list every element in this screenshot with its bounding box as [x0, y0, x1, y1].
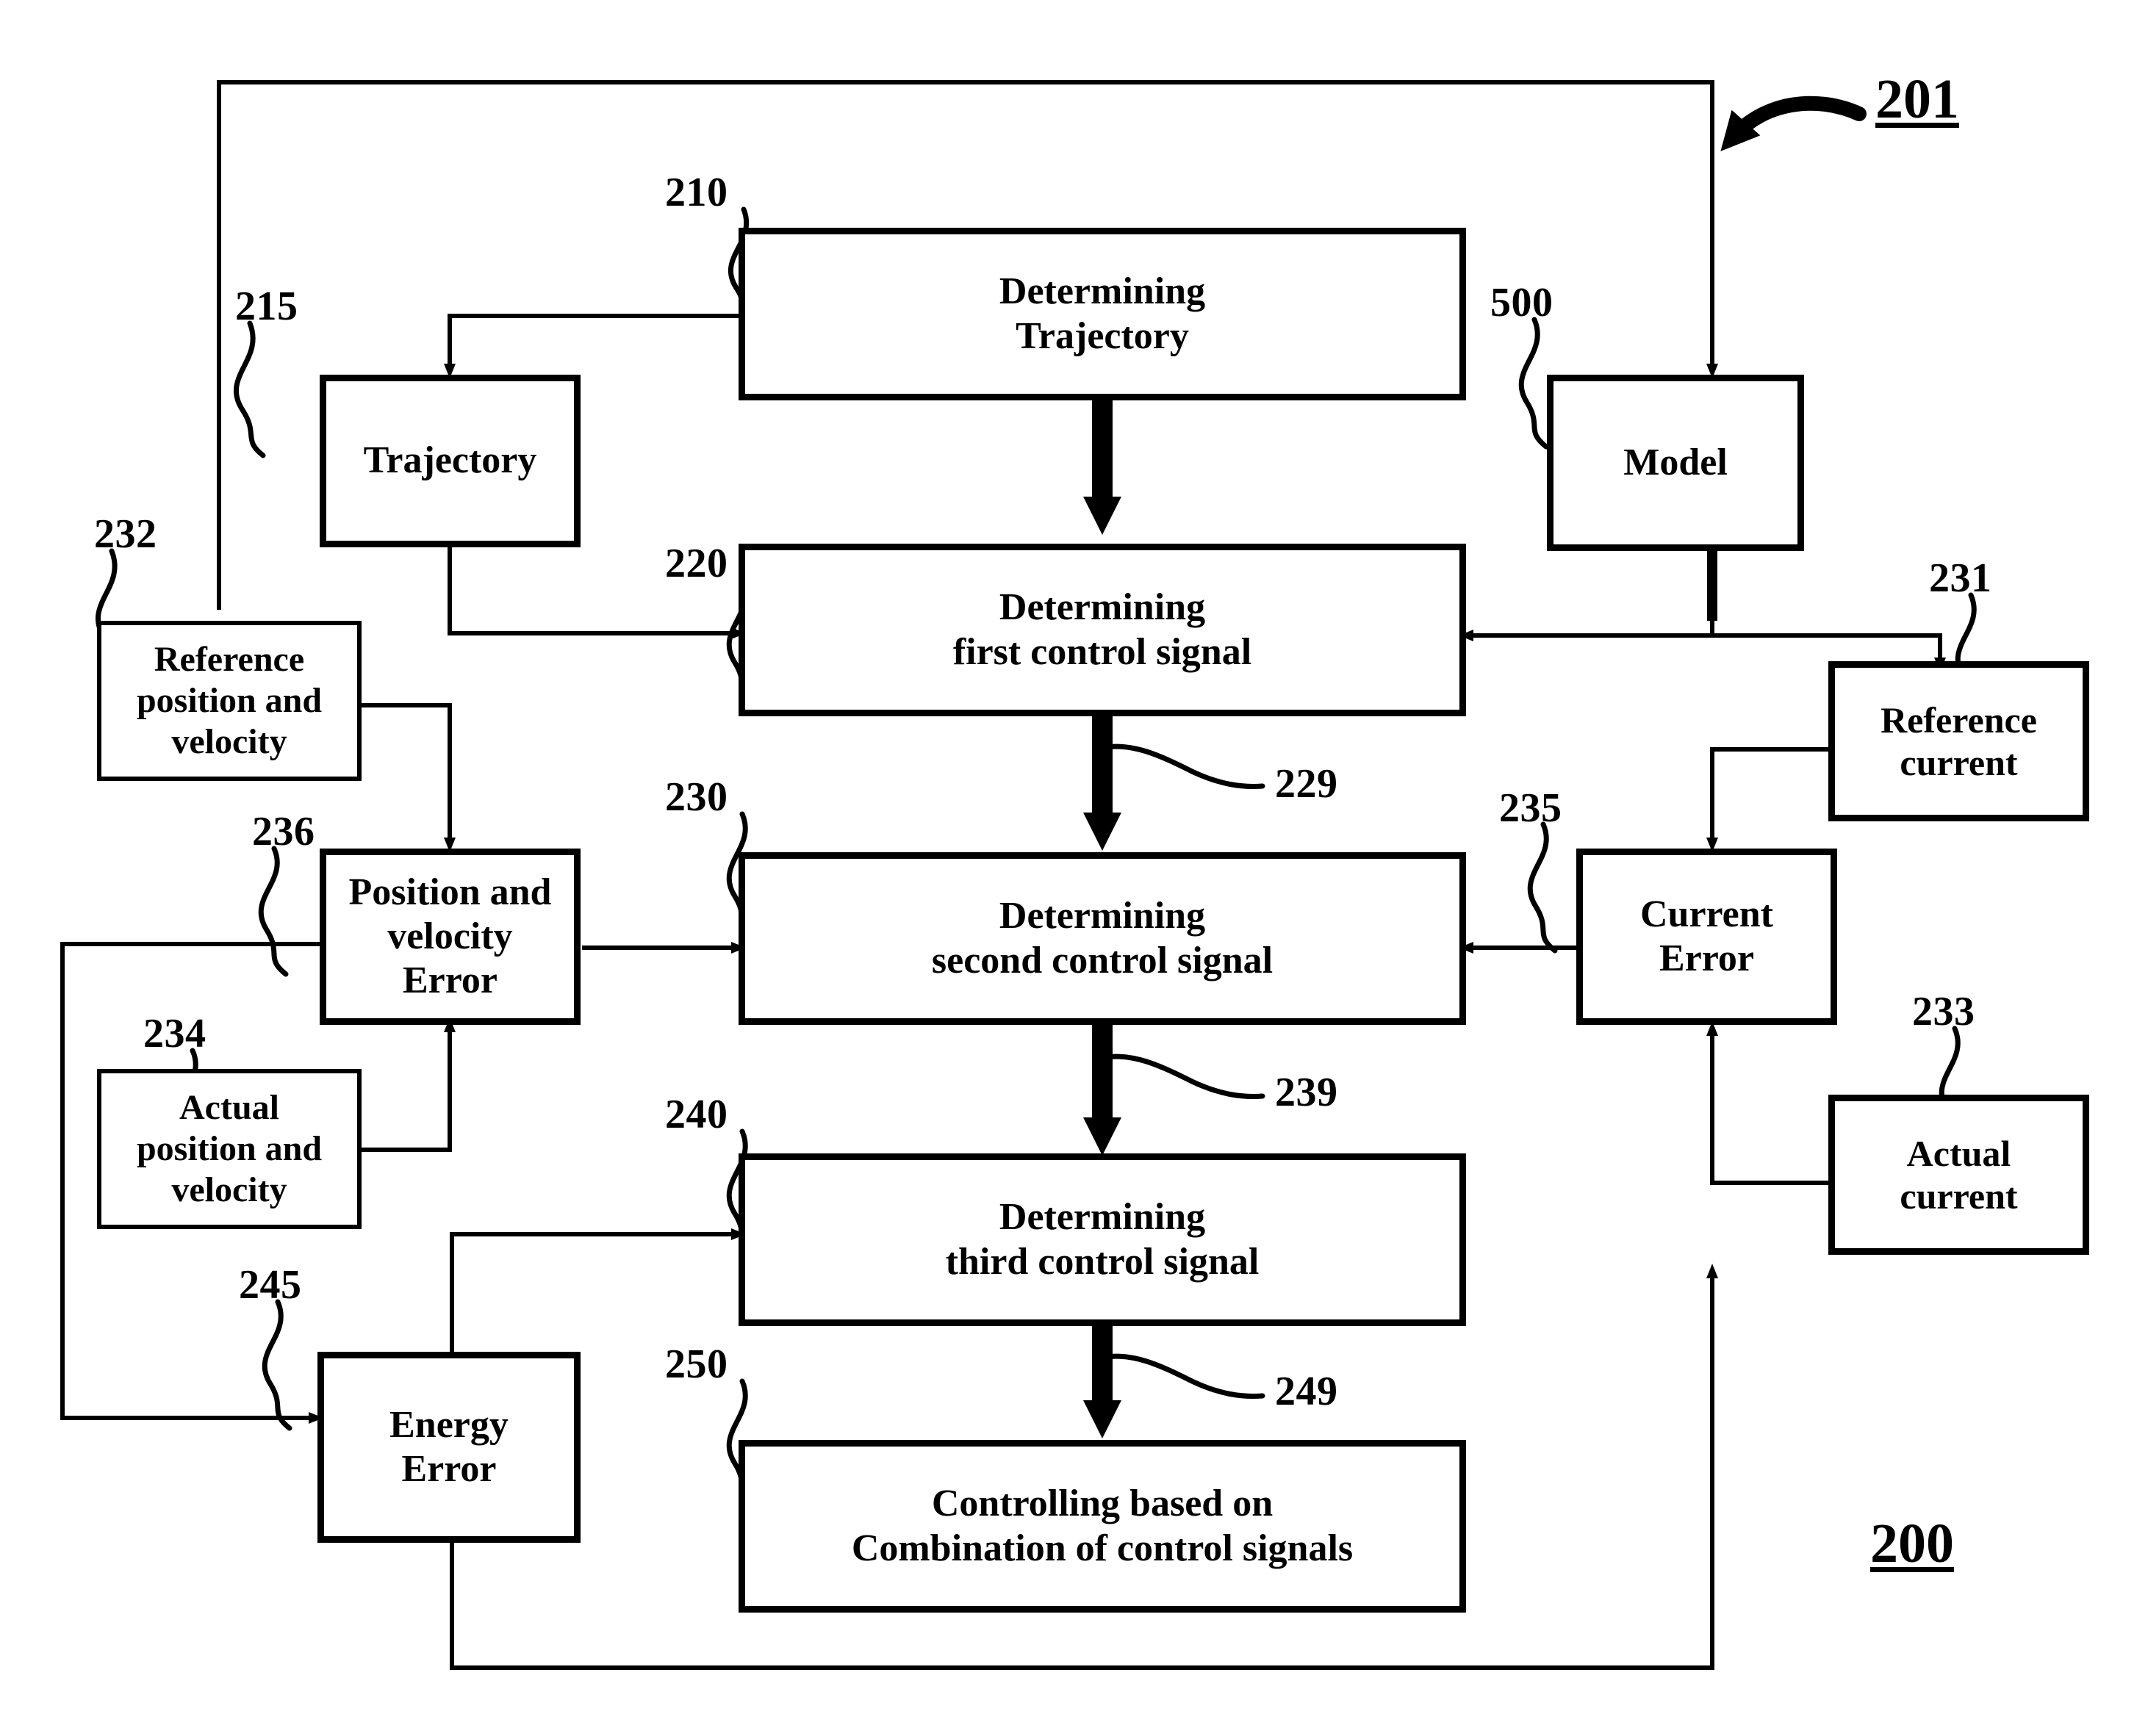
node-actual-current[interactable]: Actual current [1828, 1095, 2089, 1255]
node-model-label: Model [1623, 441, 1728, 483]
ref-numeral-210: 210 [665, 170, 728, 215]
ref-numeral-229: 229 [1275, 761, 1338, 807]
node-position-velocity-error-label: Position and velocity Error [348, 871, 552, 1002]
node-trajectory[interactable]: Trajectory [320, 375, 581, 547]
node-determining-first-control-signal[interactable]: Determining first control signal [739, 544, 1466, 716]
node-model[interactable]: Model [1547, 375, 1804, 551]
node-actual-current-label: Actual current [1900, 1133, 2018, 1217]
node-determining-trajectory-label: Determining Trajectory [999, 270, 1206, 357]
ref-numeral-500: 500 [1490, 280, 1553, 325]
ref-numeral-236: 236 [252, 809, 315, 854]
node-reference-position-velocity[interactable]: Reference position and velocity [97, 621, 362, 781]
node-current-error[interactable]: Current Error [1576, 849, 1837, 1025]
ref-numeral-232: 232 [94, 511, 157, 557]
ref-numeral-240: 240 [665, 1092, 728, 1137]
ref-numeral-233: 233 [1912, 989, 1975, 1034]
ref-numeral-245: 245 [239, 1262, 302, 1308]
node-reference-current-label: Reference current [1881, 699, 2037, 783]
ref-numeral-250: 250 [665, 1341, 728, 1387]
ref-numeral-220: 220 [665, 541, 728, 586]
node-determining-trajectory[interactable]: Determining Trajectory [739, 228, 1466, 400]
node-position-velocity-error[interactable]: Position and velocity Error [320, 849, 581, 1025]
patent-figure-200: Determining Trajectory Determining first… [0, 0, 2148, 1736]
ref-numeral-230: 230 [665, 774, 728, 820]
node-actual-position-velocity[interactable]: Actual position and velocity [97, 1069, 362, 1229]
node-determining-third-control-signal[interactable]: Determining third control signal [739, 1153, 1466, 1326]
ref-numeral-239: 239 [1275, 1070, 1338, 1115]
node-determining-third-control-signal-label: Determining third control signal [945, 1196, 1260, 1283]
node-determining-second-control-signal[interactable]: Determining second control signal [739, 852, 1466, 1025]
node-reference-position-velocity-label: Reference position and velocity [136, 640, 323, 761]
node-determining-first-control-signal-label: Determining first control signal [952, 586, 1252, 673]
figure-label-201: 201 [1875, 68, 1959, 130]
node-reference-current[interactable]: Reference current [1828, 661, 2089, 821]
ref-numeral-234: 234 [143, 1011, 206, 1056]
figure-label-200: 200 [1870, 1513, 1954, 1574]
ref-numeral-235: 235 [1499, 785, 1562, 831]
ref-numeral-215: 215 [235, 284, 298, 329]
node-controlling-combination[interactable]: Controlling based on Combination of cont… [739, 1440, 1466, 1613]
node-energy-error[interactable]: Energy Error [317, 1352, 581, 1543]
ref-numeral-231: 231 [1929, 555, 1992, 601]
node-controlling-combination-label: Controlling based on Combination of cont… [851, 1483, 1354, 1569]
ref-numeral-249: 249 [1275, 1369, 1338, 1414]
node-energy-error-label: Energy Error [389, 1403, 509, 1490]
node-trajectory-label: Trajectory [363, 439, 537, 482]
node-current-error-label: Current Error [1639, 893, 1773, 979]
node-determining-second-control-signal-label: Determining second control signal [931, 895, 1274, 982]
node-actual-position-velocity-label: Actual position and velocity [136, 1088, 323, 1209]
